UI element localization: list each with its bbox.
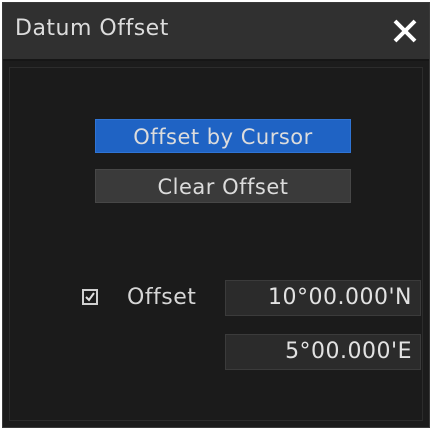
window-title: Datum Offset [15,16,169,41]
offset-checkbox[interactable] [82,289,98,305]
close-button[interactable] [391,17,419,45]
datum-offset-window: Datum Offset Offset by Cursor Clear Offs… [2,2,430,428]
latitude-offset-field[interactable]: 10°00.000'N [225,280,421,316]
checkmark-icon [85,292,95,302]
offset-label: Offset [127,285,197,310]
close-icon [393,19,417,43]
longitude-offset-field[interactable]: 5°00.000'E [225,334,421,370]
offset-by-cursor-button[interactable]: Offset by Cursor [95,119,351,153]
title-bar[interactable]: Datum Offset [3,3,429,61]
clear-offset-button[interactable]: Clear Offset [95,169,351,203]
